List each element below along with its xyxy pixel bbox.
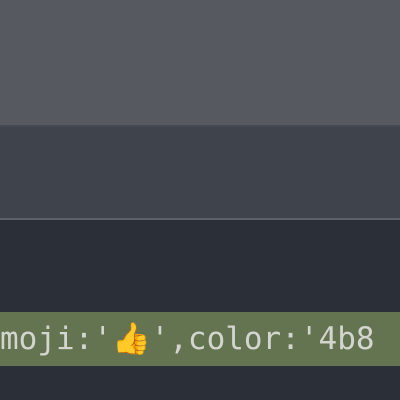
middle-panel — [0, 127, 400, 220]
code-editor-area[interactable] — [0, 220, 400, 400]
code-line-text: moji:'👍',color:'4b8 — [0, 321, 375, 357]
editor-screen: moji:'👍',color:'4b8 — [0, 0, 400, 400]
top-panel — [0, 0, 400, 127]
highlighted-code-line[interactable]: moji:'👍',color:'4b8 — [0, 312, 400, 366]
